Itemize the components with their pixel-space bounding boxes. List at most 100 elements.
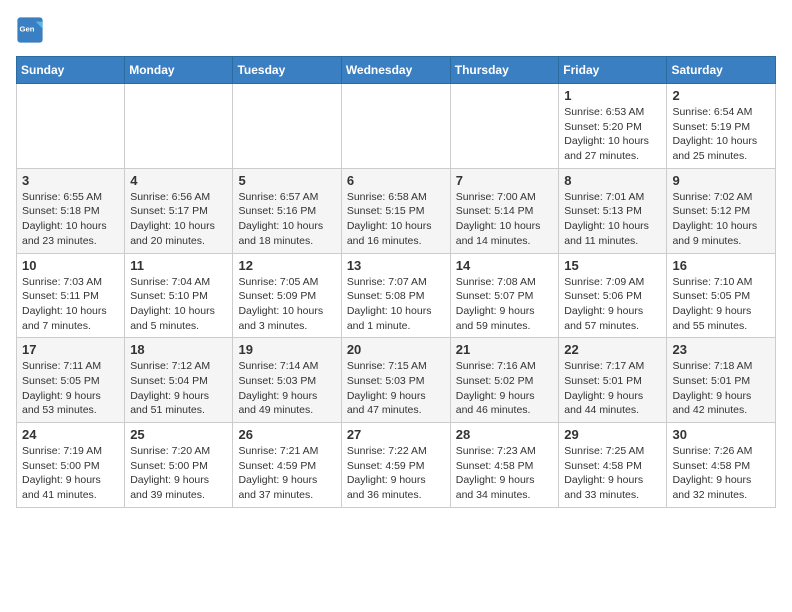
calendar-cell (17, 84, 125, 169)
calendar-cell: 12Sunrise: 7:05 AM Sunset: 5:09 PM Dayli… (233, 253, 341, 338)
day-info: Sunrise: 6:54 AM Sunset: 5:19 PM Dayligh… (672, 105, 770, 164)
day-info: Sunrise: 6:58 AM Sunset: 5:15 PM Dayligh… (347, 190, 445, 249)
weekday-header-saturday: Saturday (667, 57, 776, 84)
day-info: Sunrise: 6:56 AM Sunset: 5:17 PM Dayligh… (130, 190, 227, 249)
day-info: Sunrise: 6:55 AM Sunset: 5:18 PM Dayligh… (22, 190, 119, 249)
calendar-cell: 5 Sunrise: 6:57 AM Sunset: 5:16 PM Daylig… (233, 168, 341, 253)
day-info: Sunrise: 7:09 AM Sunset: 5:06 PM Dayligh… (564, 275, 661, 334)
weekday-header-tuesday: Tuesday (233, 57, 341, 84)
calendar-cell (341, 84, 450, 169)
calendar-cell: 11Sunrise: 7:04 AM Sunset: 5:10 PM Dayli… (125, 253, 233, 338)
calendar-week-3: 17 Sunrise: 7:11 AM Sunset: 5:05 PM Dayli… (17, 338, 776, 423)
day-info: Sunrise: 7:08 AM Sunset: 5:07 PM Dayligh… (456, 275, 554, 334)
day-info: Sunrise: 7:22 AM Sunset: 4:59 PM Dayligh… (347, 444, 445, 503)
calendar-cell: 28 Sunrise: 7:23 AM Sunset: 4:58 PM Dayli… (450, 423, 559, 508)
day-number: 19 (238, 342, 335, 357)
day-number: 26 (238, 427, 335, 442)
weekday-header-row: SundayMondayTuesdayWednesdayThursdayFrid… (17, 57, 776, 84)
day-info: Sunrise: 7:07 AM Sunset: 5:08 PM Dayligh… (347, 275, 445, 334)
day-number: 17 (22, 342, 119, 357)
day-number: 8 (564, 173, 661, 188)
weekday-header-sunday: Sunday (17, 57, 125, 84)
day-info: Sunrise: 7:14 AM Sunset: 5:03 PM Dayligh… (238, 359, 335, 418)
page-header: Gen (16, 16, 776, 44)
day-info: Sunrise: 7:05 AM Sunset: 5:09 PM Dayligh… (238, 275, 335, 334)
day-number: 15 (564, 258, 661, 273)
day-info: Sunrise: 7:10 AM Sunset: 5:05 PM Dayligh… (672, 275, 770, 334)
day-info: Sunrise: 7:20 AM Sunset: 5:00 PM Dayligh… (130, 444, 227, 503)
day-number: 4 (130, 173, 227, 188)
svg-text:Gen: Gen (20, 24, 35, 33)
calendar-cell: 23 Sunrise: 7:18 AM Sunset: 5:01 PM Dayli… (667, 338, 776, 423)
day-info: Sunrise: 7:03 AM Sunset: 5:11 PM Dayligh… (22, 275, 119, 334)
day-number: 24 (22, 427, 119, 442)
day-number: 18 (130, 342, 227, 357)
calendar-cell: 22 Sunrise: 7:17 AM Sunset: 5:01 PM Dayli… (559, 338, 667, 423)
calendar-cell: 13 Sunrise: 7:07 AM Sunset: 5:08 PM Dayli… (341, 253, 450, 338)
day-number: 30 (672, 427, 770, 442)
day-number: 20 (347, 342, 445, 357)
day-number: 1 (564, 88, 661, 103)
day-number: 14 (456, 258, 554, 273)
calendar-cell: 25Sunrise: 7:20 AM Sunset: 5:00 PM Dayli… (125, 423, 233, 508)
day-number: 16 (672, 258, 770, 273)
day-info: Sunrise: 7:18 AM Sunset: 5:01 PM Dayligh… (672, 359, 770, 418)
calendar-week-2: 10 Sunrise: 7:03 AM Sunset: 5:11 PM Dayli… (17, 253, 776, 338)
day-info: Sunrise: 6:57 AM Sunset: 5:16 PM Dayligh… (238, 190, 335, 249)
day-number: 21 (456, 342, 554, 357)
logo: Gen (16, 16, 48, 44)
logo-icon: Gen (16, 16, 44, 44)
day-info: Sunrise: 7:02 AM Sunset: 5:12 PM Dayligh… (672, 190, 770, 249)
calendar-cell: 1 Sunrise: 6:53 AM Sunset: 5:20 PM Daylig… (559, 84, 667, 169)
calendar-cell: 21Sunrise: 7:16 AM Sunset: 5:02 PM Dayli… (450, 338, 559, 423)
day-number: 28 (456, 427, 554, 442)
calendar-cell: 27Sunrise: 7:22 AM Sunset: 4:59 PM Dayli… (341, 423, 450, 508)
day-info: Sunrise: 7:12 AM Sunset: 5:04 PM Dayligh… (130, 359, 227, 418)
day-info: Sunrise: 7:19 AM Sunset: 5:00 PM Dayligh… (22, 444, 119, 503)
calendar-cell: 4 Sunrise: 6:56 AM Sunset: 5:17 PM Daylig… (125, 168, 233, 253)
day-info: Sunrise: 7:11 AM Sunset: 5:05 PM Dayligh… (22, 359, 119, 418)
calendar-cell: 6Sunrise: 6:58 AM Sunset: 5:15 PM Daylig… (341, 168, 450, 253)
day-number: 11 (130, 258, 227, 273)
calendar-cell: 30 Sunrise: 7:26 AM Sunset: 4:58 PM Dayli… (667, 423, 776, 508)
day-number: 9 (672, 173, 770, 188)
day-number: 22 (564, 342, 661, 357)
day-number: 5 (238, 173, 335, 188)
calendar-cell: 7Sunrise: 7:00 AM Sunset: 5:14 PM Daylig… (450, 168, 559, 253)
weekday-header-thursday: Thursday (450, 57, 559, 84)
day-number: 23 (672, 342, 770, 357)
day-number: 10 (22, 258, 119, 273)
calendar-cell: 16 Sunrise: 7:10 AM Sunset: 5:05 PM Dayli… (667, 253, 776, 338)
day-info: Sunrise: 7:01 AM Sunset: 5:13 PM Dayligh… (564, 190, 661, 249)
calendar-cell: 8 Sunrise: 7:01 AM Sunset: 5:13 PM Daylig… (559, 168, 667, 253)
calendar-cell: 18 Sunrise: 7:12 AM Sunset: 5:04 PM Dayli… (125, 338, 233, 423)
calendar-cell (450, 84, 559, 169)
calendar-week-0: 1 Sunrise: 6:53 AM Sunset: 5:20 PM Daylig… (17, 84, 776, 169)
calendar-cell: 10 Sunrise: 7:03 AM Sunset: 5:11 PM Dayli… (17, 253, 125, 338)
calendar-cell: 15 Sunrise: 7:09 AM Sunset: 5:06 PM Dayli… (559, 253, 667, 338)
calendar-week-1: 3 Sunrise: 6:55 AM Sunset: 5:18 PM Daylig… (17, 168, 776, 253)
day-number: 29 (564, 427, 661, 442)
calendar-cell: 29 Sunrise: 7:25 AM Sunset: 4:58 PM Dayli… (559, 423, 667, 508)
day-number: 3 (22, 173, 119, 188)
day-info: Sunrise: 7:21 AM Sunset: 4:59 PM Dayligh… (238, 444, 335, 503)
day-info: Sunrise: 6:53 AM Sunset: 5:20 PM Dayligh… (564, 105, 661, 164)
calendar-cell (125, 84, 233, 169)
day-info: Sunrise: 7:26 AM Sunset: 4:58 PM Dayligh… (672, 444, 770, 503)
calendar-cell: 17 Sunrise: 7:11 AM Sunset: 5:05 PM Dayli… (17, 338, 125, 423)
calendar-cell: 14 Sunrise: 7:08 AM Sunset: 5:07 PM Dayli… (450, 253, 559, 338)
day-info: Sunrise: 7:15 AM Sunset: 5:03 PM Dayligh… (347, 359, 445, 418)
day-info: Sunrise: 7:00 AM Sunset: 5:14 PM Dayligh… (456, 190, 554, 249)
day-number: 13 (347, 258, 445, 273)
calendar-header: SundayMondayTuesdayWednesdayThursdayFrid… (17, 57, 776, 84)
weekday-header-monday: Monday (125, 57, 233, 84)
day-info: Sunrise: 7:17 AM Sunset: 5:01 PM Dayligh… (564, 359, 661, 418)
calendar-cell: 26 Sunrise: 7:21 AM Sunset: 4:59 PM Dayli… (233, 423, 341, 508)
weekday-header-friday: Friday (559, 57, 667, 84)
calendar-cell (233, 84, 341, 169)
day-info: Sunrise: 7:23 AM Sunset: 4:58 PM Dayligh… (456, 444, 554, 503)
calendar-cell: 24 Sunrise: 7:19 AM Sunset: 5:00 PM Dayli… (17, 423, 125, 508)
day-info: Sunrise: 7:25 AM Sunset: 4:58 PM Dayligh… (564, 444, 661, 503)
calendar-cell: 20 Sunrise: 7:15 AM Sunset: 5:03 PM Dayli… (341, 338, 450, 423)
calendar-cell: 19 Sunrise: 7:14 AM Sunset: 5:03 PM Dayli… (233, 338, 341, 423)
